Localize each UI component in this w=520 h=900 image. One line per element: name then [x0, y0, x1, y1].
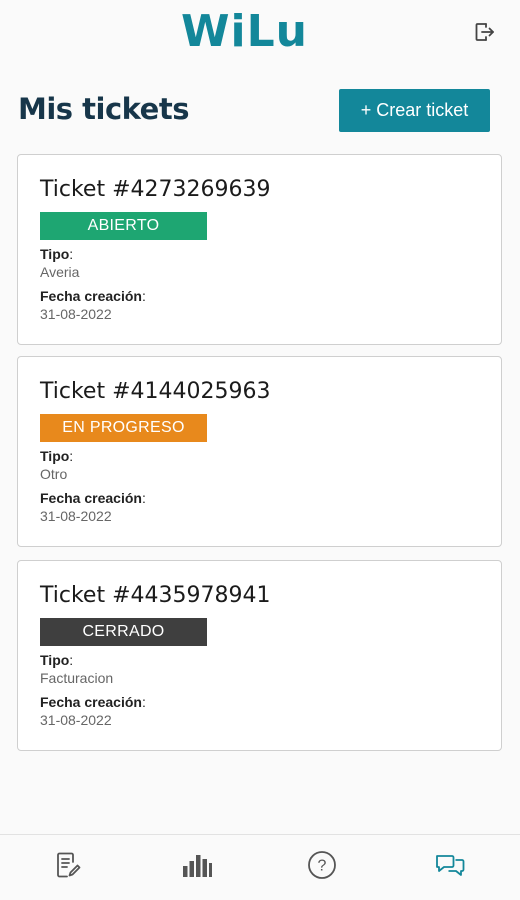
fecha-value: 31-08-2022 [40, 508, 112, 524]
stats-bar-icon[interactable] [181, 849, 213, 881]
tipo-value: Averia [40, 264, 80, 280]
ticket-id: Ticket #4144025963 [40, 379, 271, 404]
app-root: WiLu Mis tickets + Crear ticket Ticket #… [0, 0, 520, 900]
ticket-id: Ticket #4273269639 [40, 177, 271, 202]
top-bar: WiLu [0, 0, 520, 70]
logout-icon[interactable] [472, 20, 496, 44]
tickets-edit-icon[interactable] [52, 849, 84, 881]
wilu-logo: WiLu [181, 6, 308, 57]
tipo-value: Otro [40, 466, 68, 482]
fecha-label: Fecha creación: [40, 288, 146, 304]
tipo-label: Tipo: [40, 652, 74, 668]
status-badge: EN PROGRESO [40, 414, 207, 442]
ticket-id: Ticket #4435978941 [40, 583, 271, 608]
fecha-value: 31-08-2022 [40, 712, 112, 728]
fecha-label: Fecha creación: [40, 694, 146, 710]
status-badge: CERRADO [40, 618, 207, 646]
ticket-card[interactable]: Ticket #4144025963 EN PROGRESO Tipo: Otr… [17, 356, 502, 547]
bottom-nav: ? [0, 834, 520, 900]
svg-text:?: ? [318, 858, 327, 875]
fecha-value: 31-08-2022 [40, 306, 112, 322]
ticket-card[interactable]: Ticket #4435978941 CERRADO Tipo: Factura… [17, 560, 502, 751]
tipo-value: Facturacion [40, 670, 114, 686]
chat-icon[interactable] [434, 849, 466, 881]
tipo-label: Tipo: [40, 246, 74, 262]
help-question-icon[interactable]: ? [306, 849, 338, 881]
tipo-label: Tipo: [40, 448, 74, 464]
ticket-card[interactable]: Ticket #4273269639 ABIERTO Tipo: Averia … [17, 154, 502, 345]
status-badge: ABIERTO [40, 212, 207, 240]
page-title: Mis tickets [18, 92, 189, 126]
fecha-label: Fecha creación: [40, 490, 146, 506]
create-ticket-button[interactable]: + Crear ticket [339, 89, 490, 132]
